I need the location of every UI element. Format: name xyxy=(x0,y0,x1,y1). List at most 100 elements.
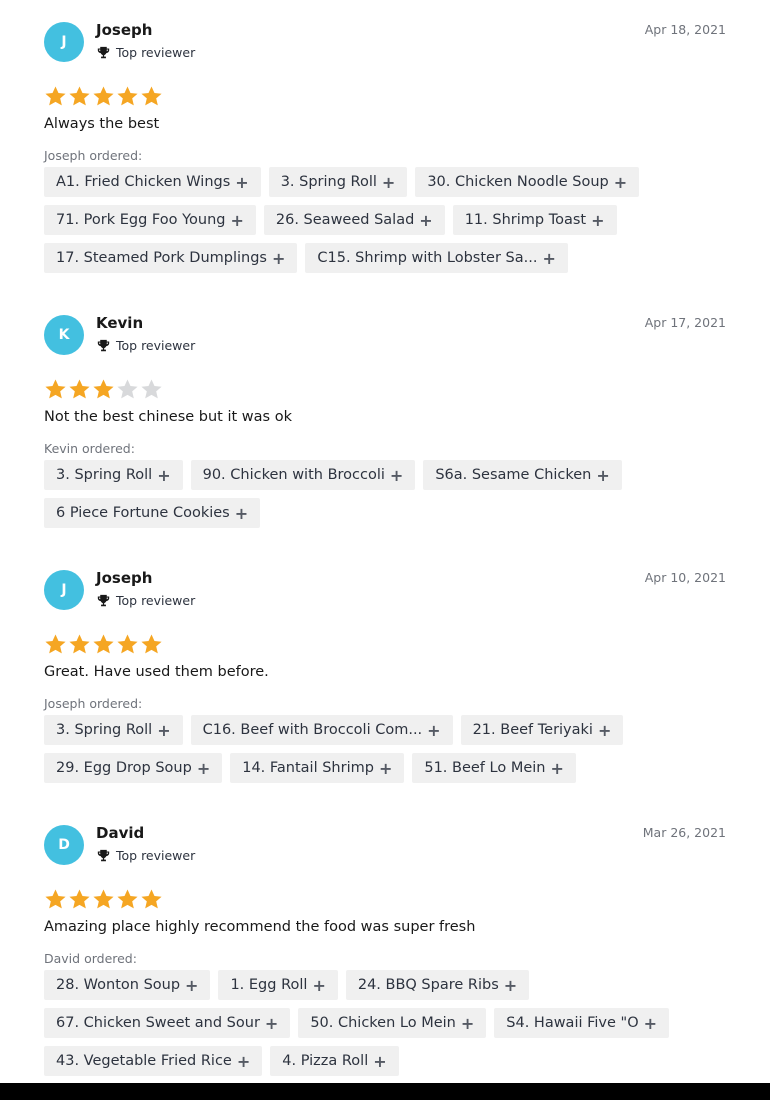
add-item-plus-icon[interactable]: + xyxy=(157,721,170,740)
menu-item-chip[interactable]: 24. BBQ Spare Ribs + xyxy=(345,970,530,1000)
menu-item-label: C16. Beef with Broccoli Com... xyxy=(202,722,423,738)
add-item-plus-icon[interactable]: + xyxy=(542,249,555,268)
menu-item-chip[interactable]: 4. Pizza Roll + xyxy=(270,1046,399,1076)
avatar[interactable]: J xyxy=(44,570,84,610)
menu-item-chip[interactable]: 29. Egg Drop Soup + xyxy=(44,753,223,783)
star-filled-icon xyxy=(69,889,90,909)
menu-item-chip[interactable]: 26. Seaweed Salad + xyxy=(263,205,445,235)
star-filled-icon xyxy=(93,634,114,654)
menu-item-chip[interactable]: 50. Chicken Lo Mein + xyxy=(298,1008,487,1038)
add-item-plus-icon[interactable]: + xyxy=(265,1014,278,1033)
badge-label: Top reviewer xyxy=(116,338,196,353)
menu-item-label: 21. Beef Teriyaki xyxy=(472,722,593,738)
menu-item-label: 3. Spring Roll xyxy=(56,467,153,483)
top-reviewer-badge: Top reviewer xyxy=(97,593,195,608)
review-text: Great. Have used them before. xyxy=(44,664,269,680)
menu-item-chip[interactable]: 67. Chicken Sweet and Sour + xyxy=(44,1008,291,1038)
menu-item-chip[interactable]: 6 Piece Fortune Cookies + xyxy=(44,498,261,528)
menu-item-chip[interactable]: S4. Hawaii Five "O + xyxy=(494,1008,670,1038)
ordered-items-row: 43. Vegetable Fried Rice +4. Pizza Roll + xyxy=(44,1046,734,1076)
badge-label: Top reviewer xyxy=(116,848,196,863)
menu-item-chip[interactable]: 14. Fantail Shrimp + xyxy=(230,753,405,783)
menu-item-chip[interactable]: A1. Fried Chicken Wings + xyxy=(44,167,261,197)
add-item-plus-icon[interactable]: + xyxy=(461,1014,474,1033)
star-filled-icon xyxy=(141,86,162,106)
avatar[interactable]: K xyxy=(44,315,84,355)
add-item-plus-icon[interactable]: + xyxy=(598,721,611,740)
menu-item-chip[interactable]: 43. Vegetable Fried Rice + xyxy=(44,1046,263,1076)
menu-item-chip[interactable]: 28. Wonton Soup + xyxy=(44,970,211,1000)
add-item-plus-icon[interactable]: + xyxy=(185,976,198,995)
add-item-plus-icon[interactable]: + xyxy=(235,173,248,192)
add-item-plus-icon[interactable]: + xyxy=(312,976,325,995)
star-filled-icon xyxy=(93,379,114,399)
add-item-plus-icon[interactable]: + xyxy=(427,721,440,740)
menu-item-chip[interactable]: 90. Chicken with Broccoli + xyxy=(190,460,416,490)
ordered-label: Kevin ordered: xyxy=(44,441,135,456)
menu-item-chip[interactable]: S6a. Sesame Chicken + xyxy=(423,460,622,490)
menu-item-chip[interactable]: C16. Beef with Broccoli Com... + xyxy=(190,715,453,745)
menu-item-label: 24. BBQ Spare Ribs xyxy=(357,977,499,993)
add-item-plus-icon[interactable]: + xyxy=(272,249,285,268)
review-text: Not the best chinese but it was ok xyxy=(44,409,292,425)
add-item-plus-icon[interactable]: + xyxy=(382,173,395,192)
menu-item-chip[interactable]: 1. Egg Roll + xyxy=(218,970,338,1000)
menu-item-label: 90. Chicken with Broccoli xyxy=(202,467,385,483)
menu-item-chip[interactable]: 71. Pork Egg Foo Young + xyxy=(44,205,256,235)
star-rating xyxy=(44,888,163,911)
menu-item-chip[interactable]: 3. Spring Roll + xyxy=(44,715,183,745)
reviewer-name[interactable]: Joseph xyxy=(96,569,152,587)
add-item-plus-icon[interactable]: + xyxy=(644,1014,657,1033)
add-item-plus-icon[interactable]: + xyxy=(596,466,609,485)
ordered-items-row: 17. Steamed Pork Dumplings + C15. Shrimp w… xyxy=(44,243,734,273)
menu-item-label: S4. Hawaii Five "O xyxy=(506,1015,639,1031)
add-item-plus-icon[interactable]: + xyxy=(614,173,627,192)
add-item-plus-icon[interactable]: + xyxy=(591,211,604,230)
menu-item-chip[interactable]: 51. Beef Lo Mein + xyxy=(412,753,576,783)
trophy-icon xyxy=(97,339,110,352)
add-item-plus-icon[interactable]: + xyxy=(237,1052,250,1071)
menu-item-chip[interactable]: C15. Shrimp with Lobster Sa... + xyxy=(305,243,568,273)
review-text: Always the best xyxy=(44,116,160,132)
add-item-plus-icon[interactable]: + xyxy=(379,759,392,778)
add-item-plus-icon[interactable]: + xyxy=(550,759,563,778)
reviewer-name[interactable]: David xyxy=(96,824,144,842)
star-filled-icon xyxy=(117,86,138,106)
avatar[interactable]: D xyxy=(44,825,84,865)
ordered-items: A1. Fried Chicken Wings +3. Spring Roll +3… xyxy=(44,167,734,281)
menu-item-chip[interactable]: 3. Spring Roll + xyxy=(44,460,183,490)
add-item-plus-icon[interactable]: + xyxy=(197,759,210,778)
star-filled-icon xyxy=(69,634,90,654)
top-reviewer-badge: Top reviewer xyxy=(97,338,195,353)
star-empty-icon xyxy=(117,379,138,399)
menu-item-chip[interactable]: 11. Shrimp Toast + xyxy=(452,205,617,235)
ordered-items-row: 3. Spring Roll +90. Chicken with Broccoli… xyxy=(44,460,734,490)
star-rating xyxy=(44,633,163,656)
menu-item-chip[interactable]: 17. Steamed Pork Dumplings + xyxy=(44,243,298,273)
star-empty-icon xyxy=(141,379,162,399)
menu-item-label: 30. Chicken Noodle Soup xyxy=(427,174,609,190)
badge-label: Top reviewer xyxy=(116,593,196,608)
add-item-plus-icon[interactable]: + xyxy=(235,504,248,523)
add-item-plus-icon[interactable]: + xyxy=(419,211,432,230)
reviewer-name[interactable]: Kevin xyxy=(96,314,143,332)
avatar[interactable]: J xyxy=(44,22,84,62)
add-item-plus-icon[interactable]: + xyxy=(390,466,403,485)
menu-item-chip[interactable]: 30. Chicken Noodle Soup + xyxy=(415,167,640,197)
reviewer-name[interactable]: Joseph xyxy=(96,21,152,39)
add-item-plus-icon[interactable]: + xyxy=(504,976,517,995)
ordered-items-row: A1. Fried Chicken Wings +3. Spring Roll +3… xyxy=(44,167,734,197)
trophy-icon xyxy=(97,849,110,862)
menu-item-chip[interactable]: 3. Spring Roll + xyxy=(268,167,408,197)
menu-item-label: 11. Shrimp Toast xyxy=(464,212,587,228)
add-item-plus-icon[interactable]: + xyxy=(157,466,170,485)
add-item-plus-icon[interactable]: + xyxy=(373,1052,386,1071)
star-filled-icon xyxy=(45,889,66,909)
bottom-bar xyxy=(0,1083,770,1100)
star-filled-icon xyxy=(69,379,90,399)
add-item-plus-icon[interactable]: + xyxy=(230,211,243,230)
ordered-items-row: 3. Spring Roll + C16. Beef with Broccoli C… xyxy=(44,715,734,745)
menu-item-label: 29. Egg Drop Soup xyxy=(56,760,192,776)
menu-item-chip[interactable]: 21. Beef Teriyaki + xyxy=(460,715,624,745)
star-filled-icon xyxy=(45,379,66,399)
